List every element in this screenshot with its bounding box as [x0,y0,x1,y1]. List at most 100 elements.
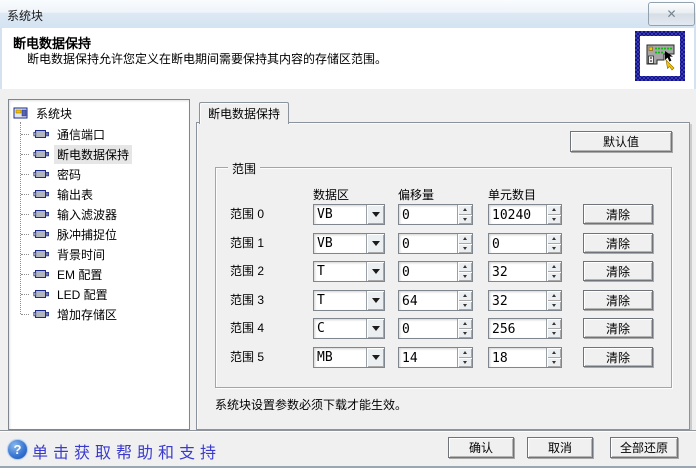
offset-input[interactable] [399,205,457,224]
arrow-down-icon [463,361,467,364]
count-input[interactable] [489,291,546,310]
clear-button[interactable]: 清除 [583,261,653,281]
tree-item-label: 密码 [54,165,84,184]
combo-dropdown-button[interactable] [366,319,384,338]
tree-item-pulse-catch[interactable]: 脉冲捕捉位 [9,224,189,244]
spin-up-button[interactable] [457,348,472,358]
tree-item-label: 增加存储区 [54,305,120,324]
range-group-title: 范围 [228,160,260,177]
spin-down-button[interactable] [546,301,561,311]
tree-item-led-config[interactable]: LED 配置 [9,284,189,304]
count-input[interactable] [489,234,546,253]
offset-input[interactable] [399,262,457,281]
spin-down-button[interactable] [546,329,561,339]
tree-item-retentive-data[interactable]: 断电数据保持 [9,144,189,164]
tree-item-password[interactable]: 密码 [9,164,189,184]
column-header-data-area: 数据区 [313,186,349,203]
clear-button[interactable]: 清除 [583,233,653,253]
count-input[interactable] [489,262,546,281]
default-values-button[interactable]: 默认值 [570,131,672,152]
chevron-down-icon [372,298,380,303]
data-area-combo[interactable]: VB [313,204,385,225]
combo-dropdown-button[interactable] [366,262,384,281]
spinner [457,319,472,338]
combo-dropdown-button[interactable] [366,291,384,310]
spin-up-button[interactable] [546,291,561,301]
data-area-combo[interactable]: C [313,318,385,339]
spin-down-button[interactable] [546,215,561,225]
spin-down-button[interactable] [457,329,472,339]
module-icon [33,148,50,160]
count-input[interactable] [489,319,546,338]
footer-bar: ? 单击获取帮助和支持 确认 取消 全部还原 [0,432,696,466]
tree-item-label: LED 配置 [54,285,111,304]
spinner [546,319,561,338]
combo-dropdown-button[interactable] [366,234,384,253]
tree-item-input-filter[interactable]: 输入滤波器 [9,204,189,224]
count-field [488,318,562,339]
arrow-down-icon [463,332,467,335]
help-link[interactable]: 单击获取帮助和支持 [32,439,221,463]
spin-down-button[interactable] [457,215,472,225]
column-header-count: 单元数目 [488,186,536,203]
navigation-tree[interactable]: 系统块 通信端口 断电数据保持 密码 [8,99,190,430]
clear-button[interactable]: 清除 [583,290,653,310]
clear-button[interactable]: 清除 [583,204,653,224]
offset-input[interactable] [399,291,457,310]
spin-up-button[interactable] [457,205,472,215]
chevron-down-icon [372,269,380,274]
data-area-combo[interactable]: MB [313,347,385,368]
combo-dropdown-button[interactable] [366,205,384,224]
offset-input[interactable] [399,348,457,367]
clear-button[interactable]: 清除 [583,318,653,338]
spin-down-button[interactable] [457,301,472,311]
count-field [488,290,562,311]
spin-down-button[interactable] [546,358,561,368]
help-icon[interactable]: ? [7,439,28,460]
offset-input[interactable] [399,319,457,338]
cancel-button[interactable]: 取消 [527,437,593,458]
combo-dropdown-button[interactable] [366,348,384,367]
spin-down-button[interactable] [546,272,561,282]
tab-retentive-data[interactable]: 断电数据保持 [199,102,289,124]
tree-item-comm-port[interactable]: 通信端口 [9,124,189,144]
question-mark-glyph: ? [14,442,22,457]
tree-item-background-time[interactable]: 背景时间 [9,244,189,264]
arrow-down-icon [552,275,556,278]
spin-up-button[interactable] [546,205,561,215]
arrow-up-icon [463,322,467,325]
tab-label: 断电数据保持 [208,105,280,122]
spin-up-button[interactable] [546,348,561,358]
data-area-combo[interactable]: T [313,290,385,311]
offset-input[interactable] [399,234,457,253]
spinner [546,234,561,253]
chevron-down-icon [372,212,380,217]
tree-item-memory-extend[interactable]: 增加存储区 [9,304,189,324]
arrow-up-icon [463,237,467,240]
spin-up-button[interactable] [546,262,561,272]
count-input[interactable] [489,348,546,367]
restore-all-button[interactable]: 全部还原 [610,437,678,458]
spin-down-button[interactable] [457,244,472,254]
tree-connector [21,134,29,135]
data-area-combo[interactable]: VB [313,233,385,254]
clear-button[interactable]: 清除 [583,347,653,367]
spin-up-button[interactable] [546,319,561,329]
spin-down-button[interactable] [457,358,472,368]
count-input[interactable] [489,205,546,224]
spin-up-button[interactable] [457,291,472,301]
spin-up-button[interactable] [546,234,561,244]
tree-item-em-config[interactable]: EM 配置 [9,264,189,284]
title-bar[interactable]: 系统块 ✕ [0,0,696,29]
spin-up-button[interactable] [457,262,472,272]
ok-button[interactable]: 确认 [448,437,514,458]
spin-down-button[interactable] [546,244,561,254]
tree-item-output-table[interactable]: 输出表 [9,184,189,204]
data-area-combo[interactable]: T [313,261,385,282]
data-area-value: VB [314,234,366,253]
tree-root-system-block[interactable]: 系统块 [13,104,189,122]
spin-up-button[interactable] [457,234,472,244]
close-button[interactable]: ✕ [648,2,695,26]
spin-down-button[interactable] [457,272,472,282]
spin-up-button[interactable] [457,319,472,329]
